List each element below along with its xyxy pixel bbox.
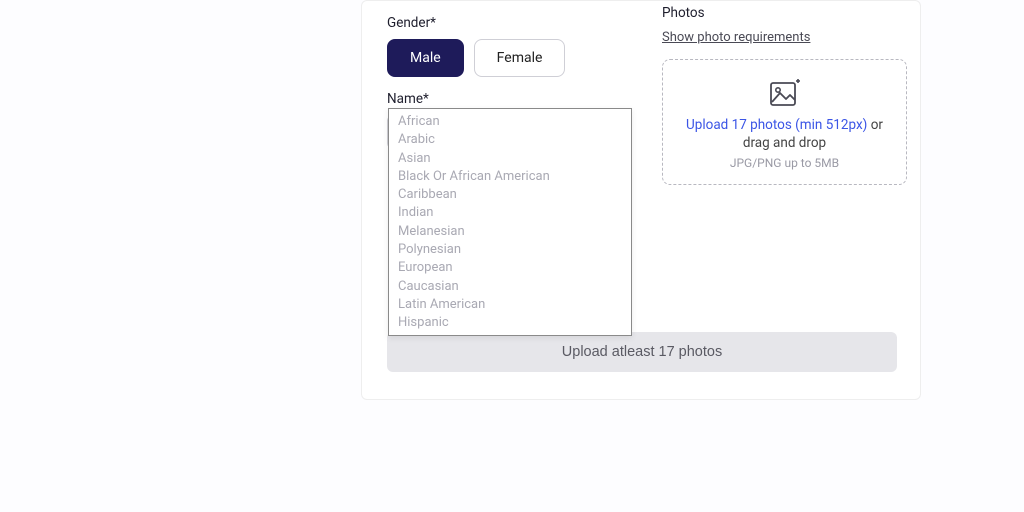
gender-female-button[interactable]: Female bbox=[474, 39, 566, 77]
image-upload-icon bbox=[768, 78, 802, 108]
upload-photos-link[interactable]: Upload 17 photos (min 512px) bbox=[686, 117, 867, 133]
upload-formats: JPG/PNG up to 5MB bbox=[673, 156, 896, 170]
ethnicity-option[interactable]: Black Or African American bbox=[389, 168, 631, 186]
ethnicity-dropdown[interactable]: African Arabic Asian Black Or African Am… bbox=[388, 108, 632, 336]
ethnicity-option[interactable]: Polynesian bbox=[389, 241, 631, 259]
ethnicity-option[interactable]: Arabic bbox=[389, 131, 631, 149]
gender-male-button[interactable]: Male bbox=[387, 39, 464, 77]
ethnicity-option[interactable]: European bbox=[389, 259, 631, 277]
ethnicity-option[interactable]: African bbox=[389, 113, 631, 131]
ethnicity-option[interactable]: Caucasian bbox=[389, 278, 631, 296]
ethnicity-option[interactable]: Latin American bbox=[389, 296, 631, 314]
ethnicity-option[interactable]: Hispanic bbox=[389, 314, 631, 332]
ethnicity-option[interactable]: Asian bbox=[389, 150, 631, 168]
right-column: Photos Show photo requirements Upload 17… bbox=[662, 5, 907, 185]
ethnicity-option[interactable]: Caribbean bbox=[389, 186, 631, 204]
gender-toggle: Male Female bbox=[387, 39, 652, 77]
name-label: Name* bbox=[387, 91, 652, 107]
upload-instruction: Upload 17 photos (min 512px) or drag and… bbox=[673, 116, 896, 152]
gender-label: Gender* bbox=[387, 15, 652, 31]
photos-label: Photos bbox=[662, 5, 907, 21]
ethnicity-option[interactable]: Melanesian bbox=[389, 223, 631, 241]
submit-button[interactable]: Upload atleast 17 photos bbox=[387, 332, 897, 372]
ethnicity-option[interactable]: Other bbox=[389, 333, 631, 336]
photo-dropzone[interactable]: Upload 17 photos (min 512px) or drag and… bbox=[662, 59, 907, 185]
photo-requirements-link[interactable]: Show photo requirements bbox=[662, 30, 810, 45]
ethnicity-option[interactable]: Indian bbox=[389, 204, 631, 222]
